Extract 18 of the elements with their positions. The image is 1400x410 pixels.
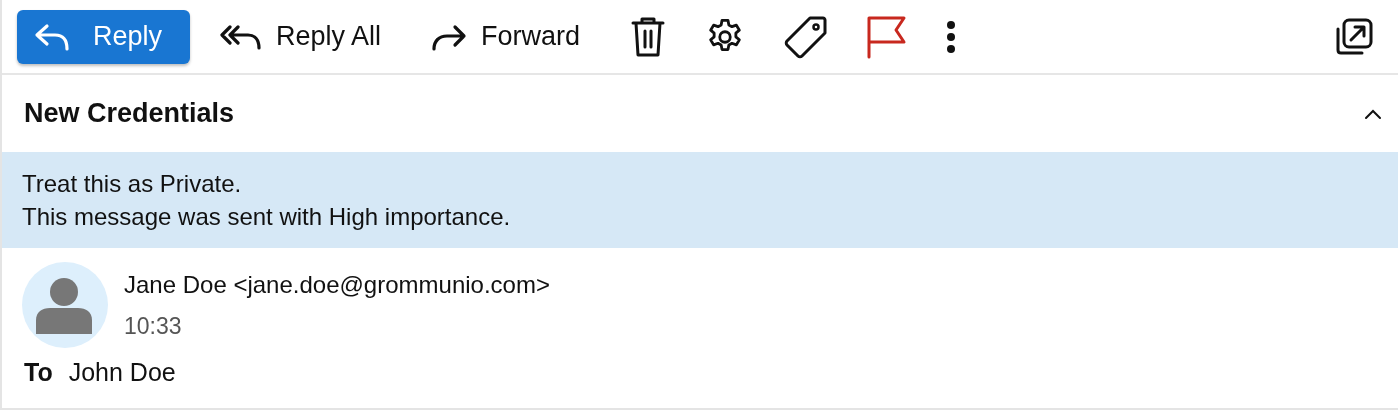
reply-button[interactable]: Reply — [17, 9, 191, 64]
chevron-icon[interactable] — [1364, 107, 1382, 120]
sender-text: Jane Doe <jane.doe@grommunio.com> — [124, 270, 550, 299]
recipient-text: John Doe — [68, 358, 176, 387]
reply-icon — [33, 21, 71, 52]
subject-title: New Credentials — [24, 98, 235, 129]
more-icon[interactable] — [946, 19, 957, 54]
forward-icon — [431, 22, 468, 51]
reply-all-icon — [220, 22, 263, 51]
notice-text: This message was sent with High importance. — [22, 202, 512, 232]
tag-icon[interactable] — [784, 14, 829, 59]
time-text: 10:33 — [124, 312, 183, 340]
reply-all-button[interactable]: Reply All — [220, 21, 382, 52]
pop-out-icon[interactable] — [1334, 16, 1374, 57]
to-label: To — [24, 358, 53, 387]
avatar-icon — [22, 262, 108, 348]
forward-button[interactable]: Forward — [431, 21, 581, 52]
notice-text: Treat this as Private. — [22, 169, 243, 199]
